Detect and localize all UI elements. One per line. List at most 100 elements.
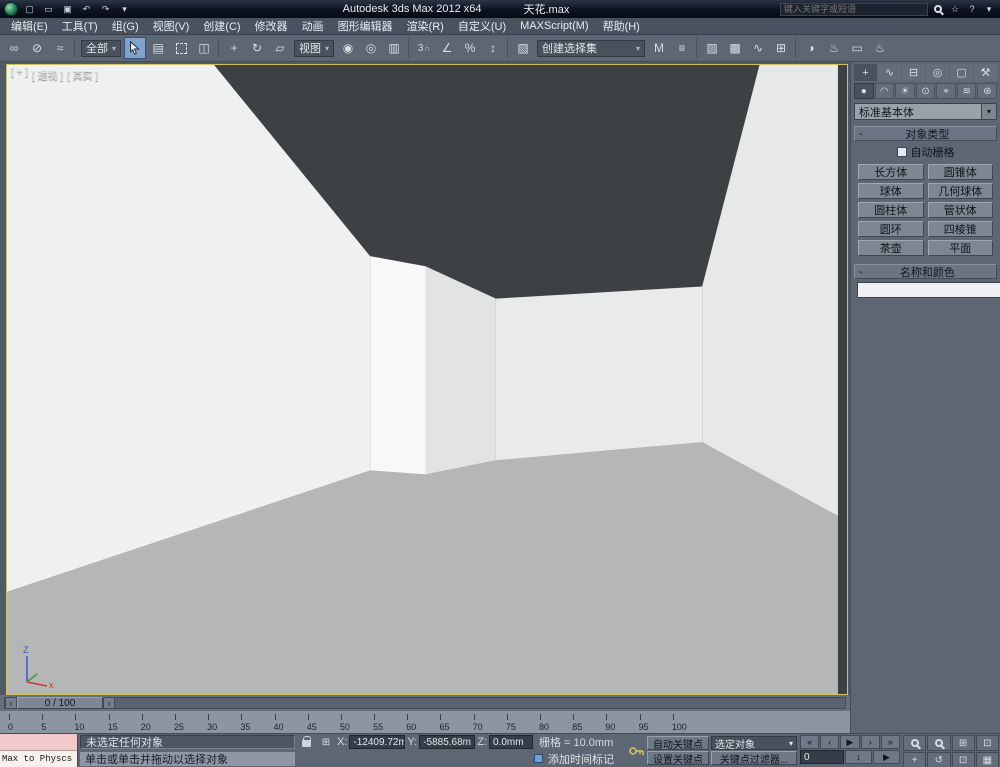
set-key-button[interactable]: 设置关键点 xyxy=(647,751,709,765)
percent-snap-toggle-button[interactable]: % xyxy=(459,37,481,59)
viewport-pov-menu[interactable]: [ 透视 ] xyxy=(32,67,63,82)
key-filters-button[interactable]: 关键点过滤器... xyxy=(711,751,797,765)
menu-item[interactable]: 编辑(E) xyxy=(4,17,55,35)
field-of-view-icon[interactable]: ⊡ xyxy=(952,752,975,767)
y-coordinate[interactable]: Y:-5885.68m xyxy=(407,735,475,749)
keyboard-shortcut-override-toggle[interactable]: ▥ xyxy=(383,37,405,59)
primitive-button[interactable]: 长方体 xyxy=(858,164,924,180)
viewport-label[interactable]: [ + ] [ 透视 ] [ 真实 ] xyxy=(11,67,98,82)
menu-item[interactable]: 创建(C) xyxy=(196,17,247,35)
quick-access-dropdown-icon[interactable]: ▾ xyxy=(117,2,132,16)
curve-editor-button[interactable]: ∿ xyxy=(747,37,769,59)
primitive-button[interactable]: 四棱锥 xyxy=(928,221,994,237)
rendered-frame-window-button[interactable]: ▭ xyxy=(846,37,868,59)
menu-item[interactable]: 图形编辑器 xyxy=(331,17,400,35)
macro-recorder-line[interactable] xyxy=(0,734,77,751)
autogrid-checkbox[interactable] xyxy=(897,147,907,157)
primitive-button[interactable]: 球体 xyxy=(858,183,924,199)
favorites-star-icon[interactable]: ☆ xyxy=(948,3,962,16)
spinner-snap-toggle-button[interactable]: ↕ xyxy=(482,37,504,59)
unlink-selection-icon[interactable]: ⊘ xyxy=(26,37,48,59)
align-button[interactable]: ≡ xyxy=(671,37,693,59)
orbit-icon[interactable]: ↺ xyxy=(927,752,950,767)
listener-line[interactable]: Max to Physcs ( xyxy=(0,751,77,767)
tab-create[interactable]: + xyxy=(854,64,877,81)
object-type-rollout-header[interactable]: - 对象类型 xyxy=(854,126,997,141)
next-frame-arrow[interactable]: › xyxy=(103,697,115,709)
primitive-button[interactable]: 圆柱体 xyxy=(858,202,924,218)
x-coordinate[interactable]: X:-12409.72m xyxy=(337,735,405,749)
help-dropdown-icon[interactable]: ▾ xyxy=(982,3,996,16)
time-tag-icon[interactable] xyxy=(534,754,543,763)
snap-toggle-3d-button[interactable]: 3∩ xyxy=(413,37,435,59)
current-frame-field[interactable]: 0 xyxy=(800,750,844,764)
primitive-button[interactable]: 圆锥体 xyxy=(928,164,994,180)
primitive-button[interactable]: 圆环 xyxy=(858,221,924,237)
object-name-input[interactable] xyxy=(857,282,1000,298)
selection-filter-dropdown[interactable]: 全部▾ xyxy=(81,40,121,57)
manage-layers-button[interactable]: ▨ xyxy=(701,37,723,59)
previous-frame-arrow[interactable]: ‹ xyxy=(5,697,17,709)
z-coordinate[interactable]: Z:0.0mm xyxy=(477,735,533,749)
add-time-tag-label[interactable]: 添加时间标记 xyxy=(548,751,614,767)
name-color-rollout-header[interactable]: - 名称和颜色 xyxy=(854,264,997,279)
menu-item[interactable]: 帮助(H) xyxy=(596,17,647,35)
category-geometry-icon[interactable]: ● xyxy=(854,83,874,99)
go-to-end-button[interactable]: » xyxy=(881,735,900,749)
primitive-button[interactable]: 几何球体 xyxy=(928,183,994,199)
select-and-manipulate-button[interactable]: ◎ xyxy=(360,37,382,59)
menu-item[interactable]: 组(G) xyxy=(105,17,146,35)
auto-key-button[interactable]: 自动关键点 xyxy=(647,736,709,750)
dropdown-arrow-icon[interactable]: ▾ xyxy=(981,104,996,119)
menu-item[interactable]: 动画 xyxy=(295,17,331,35)
maxscript-mini-listener[interactable]: Max to Physcs ( xyxy=(0,734,78,767)
use-pivot-point-center-button[interactable]: ◉ xyxy=(337,37,359,59)
play-button[interactable]: ▶ xyxy=(840,735,859,749)
save-file-icon[interactable]: ▣ xyxy=(60,2,75,16)
set-key-big-button[interactable] xyxy=(626,734,646,767)
redo-icon[interactable]: ↷ xyxy=(98,2,113,16)
edit-named-selection-sets-button[interactable]: ▧ xyxy=(512,37,534,59)
bind-to-space-warp-icon[interactable]: ≈ xyxy=(49,37,71,59)
time-slider-handle[interactable]: 0 / 100 xyxy=(17,697,103,709)
material-editor-button[interactable]: ◑ xyxy=(800,37,822,59)
column-side-face[interactable] xyxy=(425,266,495,474)
graphite-modeling-tools-toggle[interactable]: ▩ xyxy=(724,37,746,59)
absolute-offset-mode-toggle[interactable]: ⊞ xyxy=(317,735,335,750)
back-wall-face[interactable] xyxy=(496,286,702,460)
category-systems-icon[interactable]: ⊛ xyxy=(977,83,997,99)
primitive-button[interactable]: 管状体 xyxy=(928,202,994,218)
select-and-rotate-button[interactable]: ↻ xyxy=(246,37,268,59)
category-spacewarps-icon[interactable]: ≋ xyxy=(957,83,977,99)
help-icon[interactable]: ? xyxy=(965,3,979,16)
next-frame-button[interactable]: › xyxy=(861,735,880,749)
tab-motion[interactable]: ◎ xyxy=(926,64,949,81)
menu-item[interactable]: 自定义(U) xyxy=(451,17,513,35)
category-lights-icon[interactable]: ☀ xyxy=(895,83,915,99)
zoom-extents-icon[interactable]: ⊞ xyxy=(952,735,975,751)
named-selection-sets-combo[interactable]: 创建选择集▾ xyxy=(537,40,645,57)
zoom-all-icon[interactable] xyxy=(927,735,950,751)
tab-display[interactable]: ▢ xyxy=(950,64,973,81)
zoom-region-icon[interactable]: ⊡ xyxy=(976,735,999,751)
tab-modify[interactable]: ∿ xyxy=(878,64,901,81)
angle-snap-toggle-button[interactable]: ∠ xyxy=(436,37,458,59)
pan-icon[interactable]: + xyxy=(903,752,926,767)
menu-item[interactable]: MAXScript(M) xyxy=(513,19,595,33)
viewport-general-menu[interactable]: [ + ] xyxy=(11,67,28,82)
selection-lock-toggle[interactable] xyxy=(297,735,315,750)
tab-hierarchy[interactable]: ⊟ xyxy=(902,64,925,81)
perspective-viewport[interactable]: [ + ] [ 透视 ] [ 真实 ] Z x xyxy=(6,64,848,695)
category-helpers-icon[interactable]: ⌖ xyxy=(936,83,956,99)
previous-frame-button[interactable]: ‹ xyxy=(820,735,839,749)
go-to-start-button[interactable]: « xyxy=(800,735,819,749)
maximize-viewport-toggle-icon[interactable]: ▦ xyxy=(976,752,999,767)
category-cameras-icon[interactable]: ⊙ xyxy=(916,83,936,99)
render-production-button[interactable]: ♨ xyxy=(869,37,891,59)
selected-filter-dropdown[interactable]: 选定对象▾ xyxy=(711,736,797,750)
search-icon[interactable] xyxy=(931,3,945,16)
select-by-name-button[interactable]: ▤ xyxy=(147,37,169,59)
menu-item[interactable]: 视图(V) xyxy=(146,17,197,35)
undo-icon[interactable]: ↶ xyxy=(79,2,94,16)
menu-item[interactable]: 修改器 xyxy=(248,17,295,35)
